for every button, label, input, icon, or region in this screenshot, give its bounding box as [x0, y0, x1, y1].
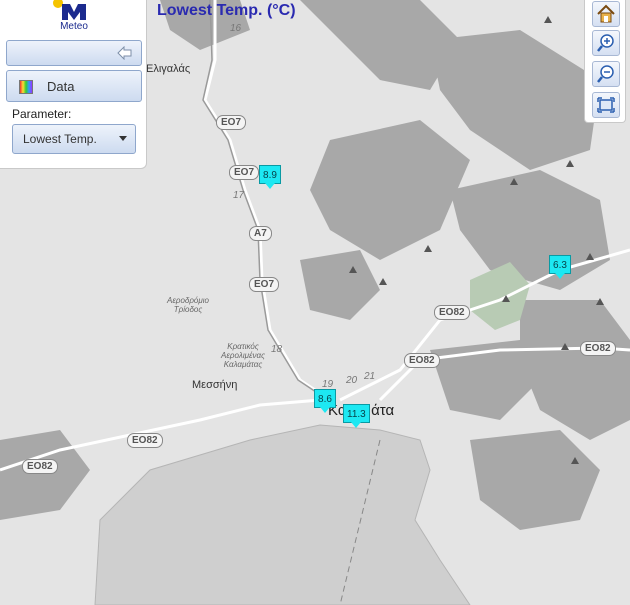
road-number-label: 17	[233, 190, 245, 201]
data-button-label: Data	[47, 79, 75, 94]
arrow-left-icon	[117, 46, 132, 60]
temperature-marker[interactable]: 8.9	[259, 165, 281, 189]
road-shield: EO82	[127, 433, 163, 448]
parameter-select[interactable]: Lowest Temp.	[12, 124, 136, 154]
road-shield: EO7	[229, 165, 260, 180]
town-label: Ελιγαλάς	[146, 63, 191, 75]
control-panel: Meteo Data Parameter: Lowest Temp.	[0, 0, 147, 169]
road-number-label: 18	[271, 344, 283, 355]
town-label: Μεσσήνη	[192, 379, 238, 391]
temperature-marker[interactable]: 6.3	[549, 255, 571, 279]
road-shield: EO82	[580, 341, 616, 356]
collapse-panel-button[interactable]	[6, 40, 142, 66]
road-number-label: 20	[346, 375, 358, 386]
logo-text: Meteo	[60, 21, 88, 32]
road-number-label: 16	[230, 23, 242, 34]
zoom-out-icon	[597, 65, 614, 83]
full-extent-icon	[597, 97, 615, 113]
road-shield: EO82	[434, 305, 470, 320]
chevron-down-icon	[119, 136, 127, 141]
zoom-in-button[interactable]	[592, 30, 620, 56]
road-shield: EO7	[249, 277, 280, 292]
road-shield: EO82	[404, 353, 440, 368]
road-shield: EO7	[216, 115, 247, 130]
road-shield: EO82	[22, 459, 58, 474]
road-number-label: 21	[364, 371, 376, 382]
home-icon	[597, 4, 615, 23]
map-toolbar	[584, 0, 626, 123]
airport-label: Κρατικός Αερολιμένας Καλαμάτας	[221, 342, 265, 369]
temperature-marker[interactable]: 11.3	[343, 404, 370, 428]
color-scale-icon	[19, 80, 33, 94]
data-button[interactable]: Data	[6, 70, 142, 102]
map-title: Lowest Temp. (°C)	[157, 2, 296, 19]
airport-label: Αεροδρόμιο Τρίοδος	[167, 296, 209, 314]
zoom-in-icon	[597, 34, 614, 52]
home-button[interactable]	[592, 1, 620, 27]
parameter-select-value: Lowest Temp.	[23, 132, 97, 146]
parameter-label: Parameter:	[12, 107, 72, 121]
temperature-marker[interactable]: 8.6	[314, 389, 336, 413]
zoom-out-button[interactable]	[592, 61, 620, 87]
full-extent-button[interactable]	[592, 92, 620, 118]
road-shield: A7	[249, 226, 272, 241]
